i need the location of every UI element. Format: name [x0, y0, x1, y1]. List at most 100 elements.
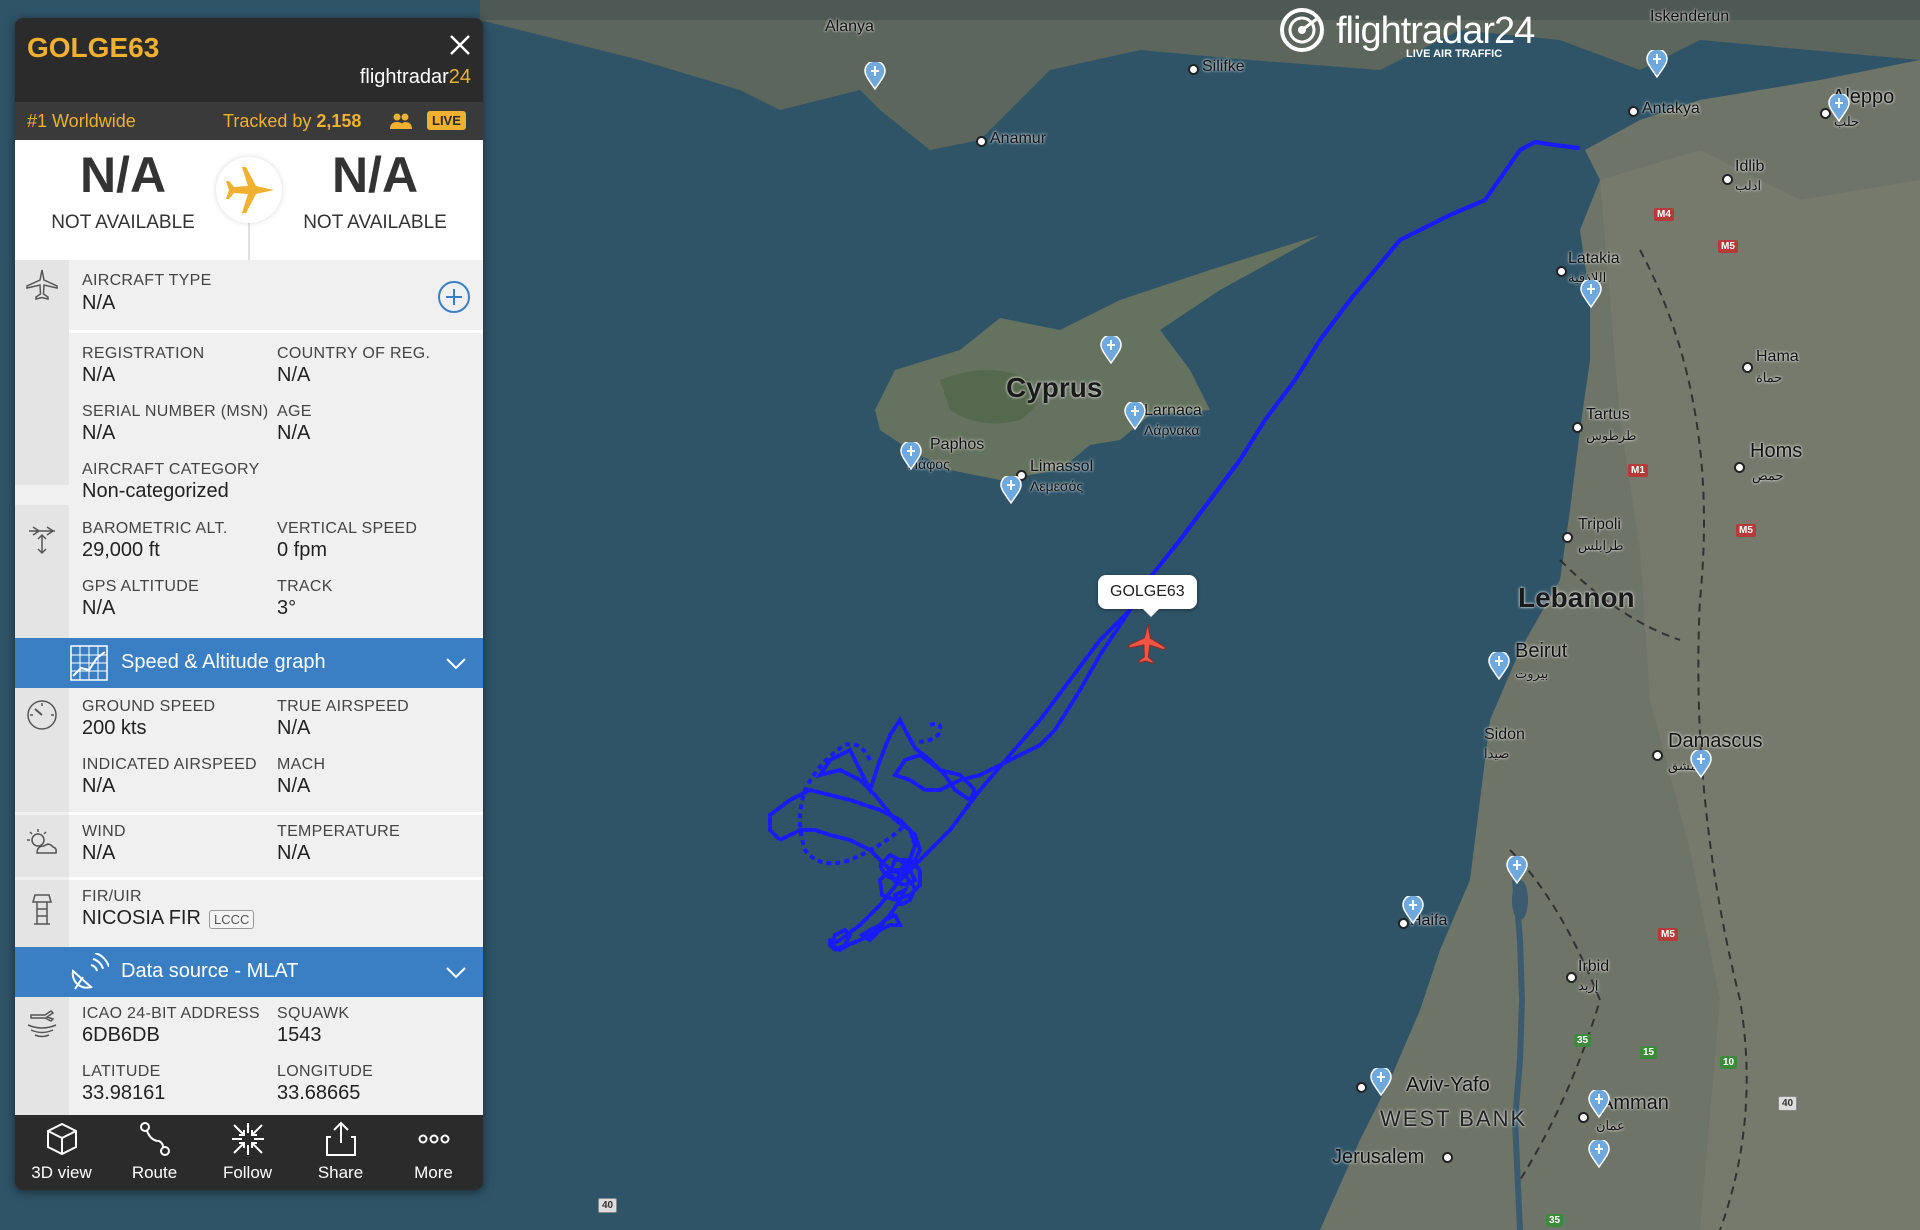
road-shield: 40: [598, 1198, 618, 1213]
speedometer-icon: [27, 700, 57, 730]
airport-pin-icon[interactable]: [1588, 1140, 1610, 1168]
place-cyprus: Cyprus: [1006, 372, 1103, 403]
city-dot: [1356, 1082, 1367, 1093]
baro-alt-label: BAROMETRIC ALT.: [82, 520, 228, 537]
airport-pin-icon[interactable]: [1370, 1068, 1392, 1096]
airport-pin-icon[interactable]: [1690, 750, 1712, 778]
true-airspeed-value: N/A: [277, 717, 311, 739]
road-shield: M5: [1736, 524, 1756, 537]
place-tripoli-ar: طرابلس: [1578, 538, 1624, 553]
origin-code[interactable]: N/A: [23, 146, 223, 204]
brand-name: flightradar24: [1336, 10, 1535, 52]
airport-pin-icon[interactable]: [1100, 336, 1122, 364]
airport-pin-icon[interactable]: [1580, 280, 1602, 308]
bottom-toolbar: 3D view Route Follow Share More: [15, 1115, 483, 1190]
weather-section: WIND N/A TEMPERATURE N/A: [15, 815, 483, 877]
serial-label: SERIAL NUMBER (MSN): [82, 403, 269, 420]
place-irbid: Irbid: [1578, 958, 1610, 975]
data-source-toggle[interactable]: Data source - MLAT: [15, 947, 483, 997]
worldwide-rank[interactable]: #1 Worldwide: [27, 111, 136, 132]
latitude-value: 33.98161: [82, 1082, 166, 1104]
ground-speed-label: GROUND SPEED: [82, 698, 216, 715]
data-source-label: Data source - MLAT: [121, 960, 299, 982]
more-icon: [418, 1134, 450, 1144]
gps-alt-label: GPS ALTITUDE: [82, 578, 200, 595]
road-shield: 15: [1640, 1046, 1658, 1059]
place-sidon: Sidon: [1484, 726, 1525, 743]
airport-pin-icon[interactable]: [1124, 402, 1146, 430]
follow-button[interactable]: Follow: [201, 1115, 294, 1190]
airport-pin-icon[interactable]: [1000, 476, 1022, 504]
toolbar-label: Follow: [222, 1163, 273, 1182]
road-shield: 35: [1574, 1034, 1592, 1047]
graph-icon: [70, 645, 108, 681]
road-shield: M4: [1654, 208, 1674, 221]
separator: [69, 330, 483, 333]
speed-section: GROUND SPEED 200 kts TRUE AIRSPEED N/A I…: [15, 688, 483, 812]
track-value: 3°: [277, 597, 297, 619]
airport-pin-icon[interactable]: [1488, 652, 1510, 680]
altitude-icon: [29, 526, 55, 555]
road-shield: M5: [1658, 928, 1678, 941]
place-idlib: Idlib: [1735, 158, 1765, 175]
tracked-label: Tracked by: [223, 111, 317, 131]
road-shield: M5: [1718, 240, 1738, 253]
road-shield: 35: [1546, 1214, 1564, 1227]
place-aviv: Aviv-Yafo: [1406, 1074, 1490, 1096]
category-value: Non-categorized: [82, 480, 229, 502]
place-tartus-ar: طرطوس: [1586, 428, 1637, 443]
close-icon[interactable]: [445, 30, 475, 60]
brand-logo[interactable]: flightradar24 LIVE AIR TRAFFIC: [1278, 6, 1535, 62]
place-alanya: Alanya: [825, 18, 874, 35]
speed-altitude-graph-toggle[interactable]: Speed & Altitude graph: [15, 638, 483, 688]
route-button[interactable]: Route: [108, 1115, 201, 1190]
airport-pin-icon[interactable]: [900, 442, 922, 470]
road-shield: M1: [1628, 464, 1648, 477]
place-tartus: Tartus: [1586, 406, 1630, 423]
place-hama-ar: حماة: [1756, 370, 1783, 385]
aircraft-icon: [26, 269, 58, 300]
airport-pin-icon[interactable]: [1828, 94, 1850, 122]
place-antakya: Antakya: [1642, 100, 1700, 117]
share-button[interactable]: Share: [294, 1115, 387, 1190]
airport-pin-icon[interactable]: [1588, 1090, 1610, 1118]
road-shield: 40: [1778, 1096, 1798, 1111]
age-label: AGE: [277, 403, 312, 420]
place-homs: Homs: [1750, 440, 1803, 462]
weather-icon: [27, 829, 57, 854]
city-dot: [1566, 972, 1577, 983]
airport-pin-icon[interactable]: [1646, 50, 1668, 78]
panel-brand: flightradar24: [360, 66, 471, 89]
city-dot: [1742, 362, 1753, 373]
radar-logo-icon: [1280, 8, 1324, 52]
place-latakia: Latakia: [1568, 250, 1620, 267]
airport-pin-icon[interactable]: [864, 62, 886, 90]
city-dot: [1556, 266, 1567, 277]
place-lebanon: Lebanon: [1518, 582, 1635, 613]
details-body: AIRCRAFT TYPE N/A REGISTRATION N/A COUNT…: [15, 260, 483, 1115]
3d-view-button[interactable]: 3D view: [15, 1115, 108, 1190]
aircraft-marker-icon[interactable]: [1125, 622, 1169, 666]
toolbar-label: More: [414, 1163, 453, 1182]
mach-value: N/A: [277, 775, 311, 797]
cube-icon: [47, 1122, 77, 1156]
control-tower-icon: [32, 894, 52, 925]
place-jerusalem: Jerusalem: [1332, 1146, 1425, 1168]
icao-value: 6DB6DB: [82, 1024, 160, 1046]
city-dot: [1188, 64, 1199, 75]
airport-pin-icon[interactable]: [1402, 896, 1424, 924]
flight-callout[interactable]: GOLGE63: [1098, 575, 1197, 617]
squawk-label: SQUAWK: [277, 1005, 350, 1022]
more-button[interactable]: More: [387, 1115, 480, 1190]
airport-pin-icon[interactable]: [1506, 856, 1528, 884]
place-idlib-ar: ادلب: [1735, 178, 1762, 193]
antenna-icon: [71, 953, 109, 990]
longitude-value: 33.68665: [277, 1082, 361, 1104]
icao-label: ICAO 24-BIT ADDRESS: [82, 1005, 260, 1022]
route-plane-badge: [216, 157, 282, 223]
gps-alt-value: N/A: [82, 597, 116, 619]
category-label: AIRCRAFT CATEGORY: [82, 461, 260, 478]
destination-code[interactable]: N/A: [275, 146, 475, 204]
add-aircraft-info-icon[interactable]: [437, 280, 471, 314]
share-icon: [326, 1121, 356, 1156]
